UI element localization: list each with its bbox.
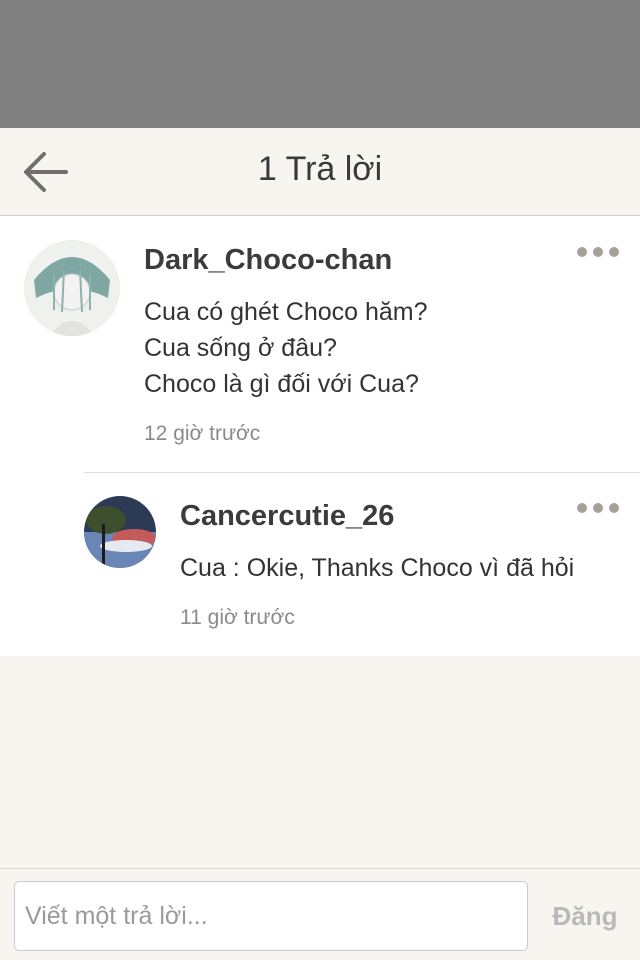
comment-timestamp: 12 giờ trước bbox=[144, 422, 261, 445]
reply-more-options-button[interactable] bbox=[576, 498, 620, 522]
reply-text: Cua : Okie, Thanks Choco vì đã hỏi bbox=[180, 554, 575, 582]
more-options-button[interactable] bbox=[576, 242, 620, 266]
dimmed-overlay bbox=[0, 0, 640, 128]
comment-text-line: Cua có ghét Choco hăm? bbox=[144, 298, 428, 326]
page-title: 1 Trả lời bbox=[257, 150, 383, 188]
reply-timestamp: 11 giờ trước bbox=[180, 606, 295, 629]
comment-author[interactable]: Dark_Choco-chan bbox=[144, 244, 392, 277]
reply-composer: Đăng bbox=[0, 868, 640, 960]
comment-text-line: Cua sống ở đâu? bbox=[144, 334, 337, 362]
avatar[interactable] bbox=[24, 240, 120, 336]
post-button[interactable]: Đăng bbox=[540, 881, 630, 951]
reply-author[interactable]: Cancercutie_26 bbox=[180, 500, 394, 533]
comment-thread: Dark_Choco-chan Cua có ghét Choco hăm? C… bbox=[0, 216, 640, 656]
more-dots-icon bbox=[577, 247, 619, 257]
comment-text-line: Choco là gì đối với Cua? bbox=[144, 370, 419, 398]
more-dots-icon bbox=[577, 503, 619, 513]
divider bbox=[84, 472, 640, 473]
reply-input[interactable] bbox=[14, 881, 528, 951]
header-bar: 1 Trả lời bbox=[0, 128, 640, 216]
reply-avatar[interactable] bbox=[84, 496, 156, 568]
